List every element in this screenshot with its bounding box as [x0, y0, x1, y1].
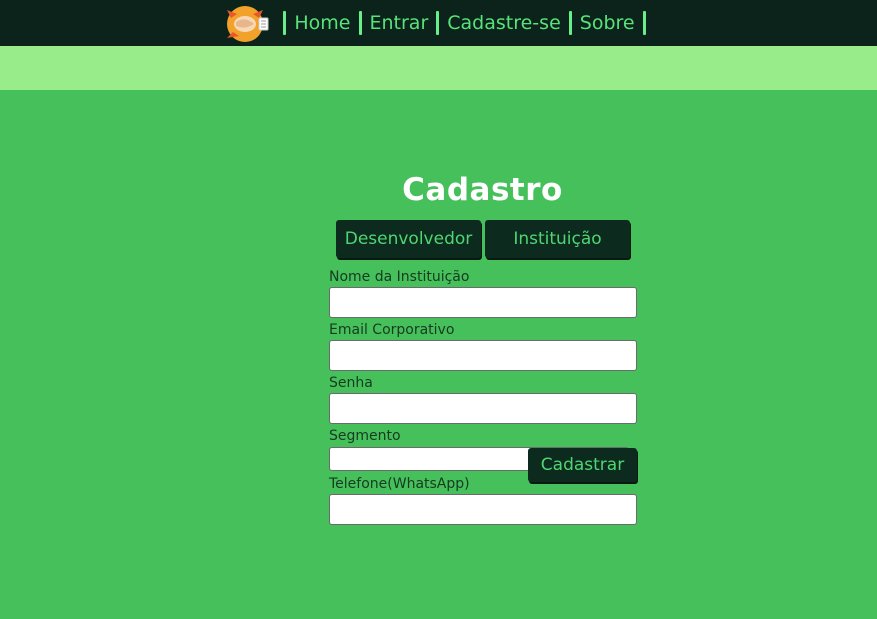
- email-label: Email Corporativo: [329, 322, 455, 338]
- nav-divider: [358, 11, 362, 35]
- tab-instituicao[interactable]: Instituição: [485, 220, 630, 258]
- account-type-tabs: Desenvolvedor Instituição: [336, 220, 630, 258]
- phone-input[interactable]: [329, 494, 637, 525]
- nav-divider: [283, 11, 287, 35]
- institution-name-group: Nome da Instituição: [329, 267, 639, 318]
- nav-home-link[interactable]: Home: [294, 0, 350, 46]
- nav-entrar-link[interactable]: Entrar: [370, 0, 429, 46]
- nav-divider: [642, 11, 646, 35]
- password-group: Senha: [329, 373, 639, 424]
- tab-desenvolvedor[interactable]: Desenvolvedor: [336, 220, 481, 258]
- nav-sobre-link[interactable]: Sobre: [580, 0, 635, 46]
- email-input[interactable]: [329, 340, 637, 371]
- nav-menu: Home Entrar Cadastre-se Sobre: [223, 0, 653, 46]
- top-navbar: Home Entrar Cadastre-se Sobre: [0, 0, 877, 46]
- sub-banner: [0, 46, 877, 90]
- registration-form: Nome da Instituição Email Corporativo Se…: [329, 267, 639, 527]
- nav-cadastre-link[interactable]: Cadastre-se: [447, 0, 561, 46]
- password-label: Senha: [329, 375, 373, 391]
- institution-name-label: Nome da Instituição: [329, 269, 470, 285]
- page-title: Cadastro: [402, 172, 563, 208]
- nav-divider: [436, 11, 440, 35]
- main-content: Cadastro Desenvolvedor Instituição Nome …: [0, 90, 877, 619]
- password-input[interactable]: [329, 393, 637, 424]
- segment-label: Segmento: [329, 428, 401, 444]
- cadastrar-button[interactable]: Cadastrar: [528, 448, 637, 482]
- handshake-logo-icon[interactable]: [223, 2, 271, 44]
- email-group: Email Corporativo: [329, 320, 639, 371]
- nav-divider: [568, 11, 572, 35]
- institution-name-input[interactable]: [329, 287, 637, 318]
